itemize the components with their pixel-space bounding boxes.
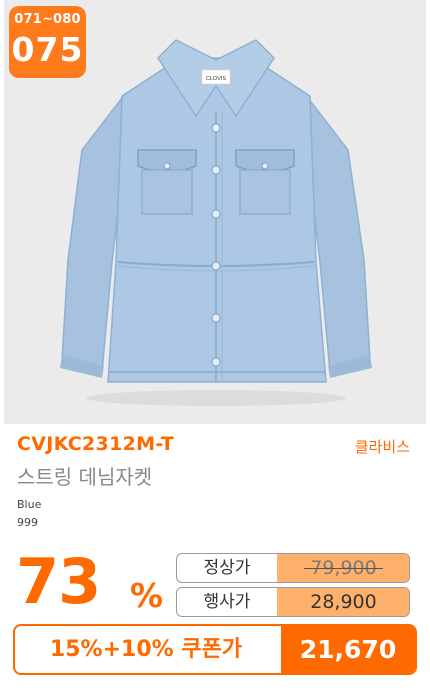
item-range-badge: 071~080 075	[9, 6, 86, 78]
sale-price-label: 행사가	[203, 592, 251, 612]
regular-price-amount: 79,900	[310, 557, 377, 579]
coupon-price-box[interactable]: 15%+10% 쿠폰가 21,670	[13, 624, 417, 675]
regular-price-label: 정상가	[203, 558, 251, 578]
product-stock: 999	[17, 516, 38, 529]
percent-sign: %	[130, 576, 164, 615]
product-card[interactable]: CLOVIS 071~080 075 CVJKC2312M-T 클라비스 스트링…	[0, 0, 430, 700]
discount-percent: 73	[16, 545, 101, 618]
coupon-price-label: 15%+10% 쿠폰가	[49, 637, 243, 662]
regular-price-row: 정상가 79,900	[176, 553, 410, 583]
badge-range-label: 071~080	[14, 12, 81, 27]
coupon-price-value: 21,670	[281, 626, 415, 673]
product-color: Blue	[17, 498, 42, 511]
sale-price-row: 행사가 28,900	[176, 587, 410, 617]
svg-text:CLOVIS: CLOVIS	[206, 76, 227, 82]
brand-name[interactable]: 클라비스	[355, 436, 410, 457]
badge-item-number: 075	[11, 30, 84, 69]
product-name[interactable]: 스트링 데님자켓	[17, 461, 152, 490]
sale-price-value: 28,900	[277, 588, 409, 616]
product-info: CVJKC2312M-T 클라비스 스트링 데님자켓 Blue 999 73 %…	[0, 424, 430, 700]
regular-price-value: 79,900	[277, 554, 409, 582]
product-code[interactable]: CVJKC2312M-T	[17, 433, 174, 455]
product-image[interactable]: CLOVIS 071~080 075	[4, 0, 426, 424]
